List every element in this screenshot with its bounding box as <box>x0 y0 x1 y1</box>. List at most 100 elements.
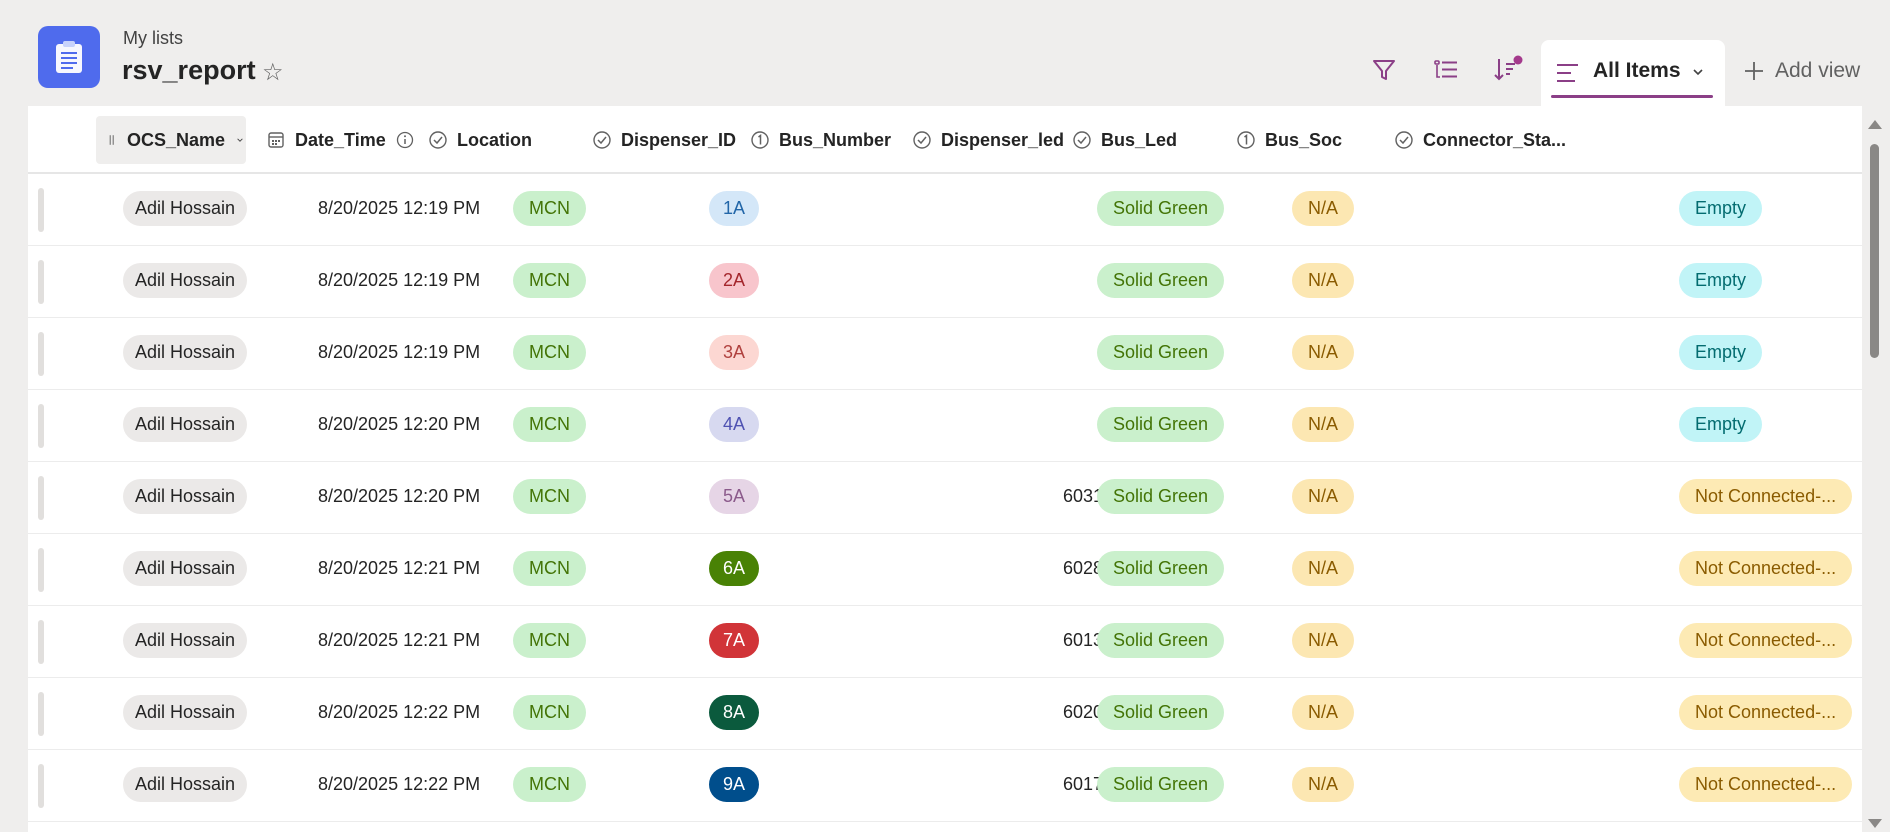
column-header-connector-status[interactable]: Connector_Sta... <box>1384 116 1566 164</box>
bus-led-pill: N/A <box>1292 551 1355 586</box>
date-time-cell: 8/20/2025 12:19 PM <box>318 342 481 362</box>
connector-status-pill: Not Connected-... <box>1679 479 1853 514</box>
active-tab-indicator <box>1551 95 1713 98</box>
row-select-handle[interactable] <box>38 548 44 592</box>
column-header-ocs-name[interactable]: OCS_Name <box>96 116 246 164</box>
connector-status-pill: Empty <box>1679 191 1763 226</box>
row-select-handle[interactable] <box>38 404 44 448</box>
column-header-dispenser-led[interactable]: Dispenser_led <box>902 116 1064 164</box>
choice-icon <box>913 131 931 149</box>
text-column-icon <box>109 135 114 145</box>
column-header-row: OCS_Name Date_Time Location Dispenser_ID Bus… <box>28 106 1862 174</box>
column-header-label: Location <box>457 129 532 150</box>
dispenser-id-pill: 5A <box>709 479 760 514</box>
view-tab-label: All Items <box>1593 59 1681 82</box>
add-view-label: Add view <box>1775 59 1861 82</box>
location-pill: MCN <box>513 335 586 370</box>
column-header-label: Dispenser_led <box>941 129 1065 150</box>
location-pill: MCN <box>513 263 586 298</box>
dispenser-id-pill: 2A <box>709 263 760 298</box>
bus-number-cell: 6020 <box>1062 702 1103 722</box>
location-pill: MCN <box>513 695 586 730</box>
person-pill: Adil Hossain <box>123 335 248 370</box>
number-icon <box>751 131 769 149</box>
person-pill: Adil Hossain <box>123 551 248 586</box>
scroll-up-arrow-icon[interactable] <box>1868 120 1882 129</box>
dispenser-id-pill: 6A <box>709 551 760 586</box>
page-title: rsv_report <box>122 55 256 85</box>
column-header-bus-soc[interactable]: Bus_Soc <box>1226 116 1342 164</box>
add-view-button[interactable]: Add view <box>1743 56 1860 86</box>
vertical-scrollbar[interactable] <box>1867 114 1882 832</box>
row-select-handle[interactable] <box>38 692 44 736</box>
row-select-handle[interactable] <box>38 188 44 232</box>
star-icon[interactable]: ☆ <box>262 58 284 87</box>
connector-status-pill: Empty <box>1679 263 1763 298</box>
location-pill: MCN <box>513 551 586 586</box>
bus-number-cell: 6017 <box>1062 774 1103 794</box>
scroll-down-arrow-icon[interactable] <box>1868 819 1882 828</box>
group-by-button[interactable] <box>1428 52 1464 88</box>
dispenser-led-pill: Solid Green <box>1097 551 1225 586</box>
number-icon <box>1237 131 1255 149</box>
connector-status-pill: Empty <box>1679 407 1763 442</box>
connector-status-pill: Empty <box>1679 335 1763 370</box>
bus-led-pill: N/A <box>1292 335 1355 370</box>
table-row[interactable]: Adil Hossain 8/20/2025 12:19 PM MCN 3A Solid… <box>28 318 1862 390</box>
bus-led-pill: N/A <box>1292 407 1355 442</box>
table-row[interactable]: Adil Hossain 8/20/2025 12:19 PM MCN 2A Solid… <box>28 246 1862 318</box>
table-row[interactable]: Adil Hossain 8/20/2025 12:19 PM MCN 1A Solid… <box>28 174 1862 246</box>
row-select-handle[interactable] <box>38 260 44 304</box>
person-pill: Adil Hossain <box>123 407 248 442</box>
row-select-handle[interactable] <box>38 332 44 376</box>
dispenser-led-pill: Solid Green <box>1097 191 1225 226</box>
choice-icon <box>429 131 447 149</box>
date-time-cell: 8/20/2025 12:22 PM <box>318 702 481 722</box>
connector-status-pill: Not Connected-... <box>1679 551 1853 586</box>
chevron-down-icon <box>237 138 243 142</box>
column-header-date-time[interactable]: Date_Time <box>256 116 415 164</box>
list-group-icon <box>1434 60 1457 78</box>
sort-button[interactable] <box>1490 52 1526 88</box>
column-header-location[interactable]: Location <box>418 116 532 164</box>
location-pill: MCN <box>513 407 586 442</box>
person-pill: Adil Hossain <box>123 695 248 730</box>
dispenser-led-pill: Solid Green <box>1097 695 1225 730</box>
list-view-icon <box>1557 64 1578 82</box>
bus-led-pill: N/A <box>1292 623 1355 658</box>
choice-icon <box>1395 131 1413 149</box>
column-header-label: Bus_Soc <box>1265 129 1343 150</box>
date-time-cell: 8/20/2025 12:22 PM <box>318 774 481 794</box>
date-time-cell: 8/20/2025 12:19 PM <box>318 270 481 290</box>
dispenser-id-pill: 8A <box>709 695 760 730</box>
table-row[interactable]: Adil Hossain 8/20/2025 12:21 PM MCN 6A 6028 S… <box>28 534 1862 606</box>
location-pill: MCN <box>513 623 586 658</box>
filter-button[interactable] <box>1366 52 1402 88</box>
column-header-bus-led[interactable]: Bus_Led <box>1062 116 1177 164</box>
choice-icon <box>1073 131 1091 149</box>
scroll-thumb[interactable] <box>1870 144 1879 358</box>
table-row[interactable]: Adil Hossain 8/20/2025 12:22 PM MCN 9A 6017 S… <box>28 750 1862 822</box>
column-header-label: Connector_Sta... <box>1423 129 1567 150</box>
dispenser-led-pill: Solid Green <box>1097 335 1225 370</box>
table-row[interactable]: Adil Hossain 8/20/2025 12:20 PM MCN 4A Solid… <box>28 390 1862 462</box>
table-row[interactable]: Adil Hossain 8/20/2025 12:21 PM MCN 7A 6013 S… <box>28 606 1862 678</box>
row-select-handle[interactable] <box>38 620 44 664</box>
view-tab-all-items[interactable]: All Items <box>1541 40 1725 106</box>
sort-icon <box>1494 55 1523 81</box>
table-row[interactable]: Adil Hossain 8/20/2025 12:22 PM MCN 8A 6020 S… <box>28 678 1862 750</box>
row-select-handle[interactable] <box>38 764 44 808</box>
bus-led-pill: N/A <box>1292 191 1355 226</box>
dispenser-id-pill: 9A <box>709 767 760 802</box>
column-header-label: Dispenser_ID <box>621 129 737 150</box>
date-time-cell: 8/20/2025 12:21 PM <box>318 630 481 650</box>
person-pill: Adil Hossain <box>123 263 248 298</box>
column-header-label: Bus_Number <box>779 129 892 150</box>
dispenser-led-pill: Solid Green <box>1097 263 1225 298</box>
table-row[interactable]: Adil Hossain 8/20/2025 12:20 PM MCN 5A 6031 S… <box>28 462 1862 534</box>
column-header-bus-number[interactable]: Bus_Number <box>740 116 891 164</box>
person-pill: Adil Hossain <box>123 191 248 226</box>
breadcrumb[interactable]: My lists <box>123 28 183 49</box>
row-select-handle[interactable] <box>38 476 44 520</box>
column-header-dispenser-id[interactable]: Dispenser_ID <box>582 116 736 164</box>
